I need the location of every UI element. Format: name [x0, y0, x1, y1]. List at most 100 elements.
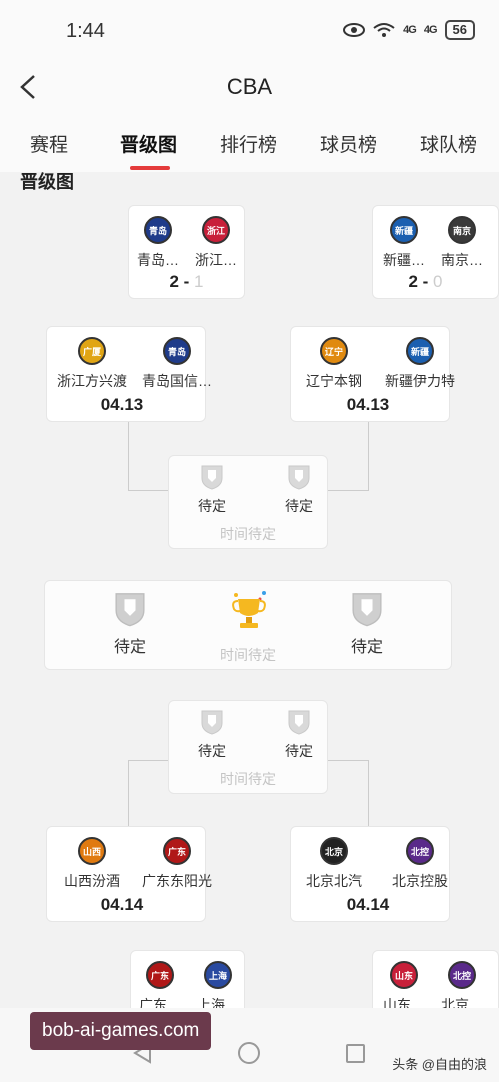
score-win: 2 - — [169, 272, 190, 291]
team-home: 待定 — [167, 709, 257, 761]
match-card-semi-bottom-right[interactable]: 北京 北京北汽 北控 北京控股 04.14 — [290, 826, 450, 922]
team-name: 南京… — [441, 252, 483, 268]
team-logo: 浙江 — [202, 216, 230, 244]
team-away: 浙江 浙江… — [171, 216, 261, 270]
match-card-semi-bottom-left[interactable]: 山西 山西汾酒 广东 广东东阳光 04.14 — [46, 826, 212, 922]
match-date: 04.13 — [346, 395, 390, 414]
team-away: 上海 上海… — [173, 961, 263, 1015]
tab-active-indicator — [130, 166, 170, 170]
team-home: 广厦 浙江方兴渡 — [47, 337, 137, 391]
signal-1: 4G — [403, 24, 417, 36]
placeholder-shield-icon — [115, 593, 145, 627]
match-score: 2 - 1 — [129, 272, 244, 292]
match-card-final-top[interactable]: 待定 待定 时间待定 — [168, 455, 328, 549]
team-name: 待定 — [285, 743, 313, 759]
section-title: 晋级图 — [20, 172, 74, 192]
bracket-line — [368, 760, 369, 826]
team-home: 山西 山西汾酒 — [47, 837, 137, 891]
bracket-line — [128, 422, 129, 490]
team-away: 广东 广东东阳光 — [132, 837, 222, 891]
match-time-pending: 时间待定 — [220, 526, 276, 542]
team-logo: 南京 — [448, 216, 476, 244]
team-name: 北京控股 — [392, 873, 448, 889]
team-name: 辽宁本钢 — [306, 373, 362, 389]
team-away: 青岛 青岛国信… — [132, 337, 222, 391]
tab-team-rankings[interactable]: 球队榜 — [420, 130, 477, 157]
trophy-icon — [232, 591, 266, 628]
nav-bar: CBA — [0, 60, 499, 116]
match-card-semi-left[interactable]: 广厦 浙江方兴渡 青岛 青岛国信… 04.13 — [46, 326, 212, 422]
team-away: 北控 北京… — [417, 961, 499, 1015]
match-card-top-right[interactable]: 新疆 新疆… 南京 南京… 2 - 0 — [372, 205, 499, 299]
tab-rankings[interactable]: 排行榜 — [220, 130, 277, 157]
bracket-line — [368, 422, 369, 490]
watermark-credit: 头条 @自由的浪 — [392, 1057, 487, 1072]
nav-home-button[interactable] — [238, 1042, 260, 1064]
team-name: 新疆伊力特 — [385, 373, 455, 389]
placeholder-shield-icon — [201, 710, 223, 735]
team-away: 新疆 新疆伊力特 — [375, 337, 465, 391]
team-away: 北控 北京控股 — [375, 837, 465, 891]
team-name: 浙江… — [195, 252, 237, 268]
match-card-semi-right[interactable]: 辽宁 辽宁本钢 新疆 新疆伊力特 04.13 — [289, 326, 455, 422]
team-away: 南京 南京… — [417, 216, 499, 270]
tab-schedule[interactable]: 赛程 — [30, 130, 68, 157]
score-lose: 0 — [433, 272, 443, 291]
team-logo: 广东 — [163, 837, 191, 865]
tab-bar: 赛程 晋级图 排行榜 球员榜 球队榜 — [0, 116, 499, 172]
team-home: 北京 北京北汽 — [289, 837, 379, 891]
match-card-top-left[interactable]: 青岛 青岛… 浙江 浙江… 2 - 1 — [128, 205, 245, 299]
status-time: 1:44 — [66, 20, 105, 42]
match-time-pending: 时间待定 — [220, 647, 276, 663]
team-home: 待定 — [167, 464, 257, 516]
page-title: CBA — [226, 74, 273, 99]
team-name: 北京北汽 — [306, 873, 362, 889]
team-home: 辽宁 辽宁本钢 — [289, 337, 379, 391]
tab-bracket[interactable]: 晋级图 — [120, 130, 177, 157]
team-away: 待定 — [254, 709, 344, 761]
team-name: 浙江方兴渡 — [57, 373, 127, 389]
team-logo: 北控 — [406, 837, 434, 865]
team-away: 待定 — [254, 464, 344, 516]
placeholder-shield-icon — [352, 593, 382, 627]
team-logo: 上海 — [204, 961, 232, 989]
team-logo: 广东 — [146, 961, 174, 989]
team-logo: 辽宁 — [320, 337, 348, 365]
score-lose: 1 — [194, 272, 204, 291]
team-logo: 山东 — [390, 961, 418, 989]
match-card-championship[interactable]: 待定 待定 时间待定 — [44, 580, 452, 670]
signal-2: 4G — [423, 24, 438, 36]
watermark-overlay: bob-ai-games.com — [30, 1012, 212, 1050]
match-card-final-bottom[interactable]: 待定 待定 时间待定 — [168, 700, 328, 794]
match-date: 04.14 — [100, 895, 144, 914]
team-name: 待定 — [198, 498, 226, 514]
placeholder-shield-icon — [288, 465, 310, 490]
team-logo: 新疆 — [390, 216, 418, 244]
placeholder-shield-icon — [288, 710, 310, 735]
placeholder-shield-icon — [201, 465, 223, 490]
bracket-line — [128, 760, 129, 826]
team-name: 广东东阳光 — [142, 873, 212, 889]
eye-icon — [343, 23, 366, 37]
team-logo: 北京 — [320, 837, 348, 865]
score-win: 2 - — [408, 272, 429, 291]
match-date: 04.14 — [346, 895, 390, 914]
team-logo: 北控 — [448, 961, 476, 989]
team-name: 待定 — [198, 743, 226, 759]
status-bar: 1:44 4G 4G 56 — [0, 0, 499, 60]
bracket-line — [128, 760, 170, 761]
battery-indicator: 56 — [444, 20, 475, 40]
team-logo: 新疆 — [406, 337, 434, 365]
wifi-icon — [373, 23, 395, 37]
team-logo: 广厦 — [78, 337, 106, 365]
match-score: 2 - 0 — [353, 272, 498, 292]
match-date: 04.13 — [100, 395, 144, 414]
tab-player-rankings[interactable]: 球员榜 — [320, 130, 377, 157]
team-logo: 山西 — [78, 837, 106, 865]
bracket-line — [128, 490, 170, 491]
team-logo: 青岛 — [163, 337, 191, 365]
team-name: 待定 — [285, 498, 313, 514]
nav-recents-button[interactable] — [346, 1044, 365, 1063]
status-icons: 4G 4G 56 — [343, 20, 475, 40]
team-logo: 青岛 — [144, 216, 172, 244]
